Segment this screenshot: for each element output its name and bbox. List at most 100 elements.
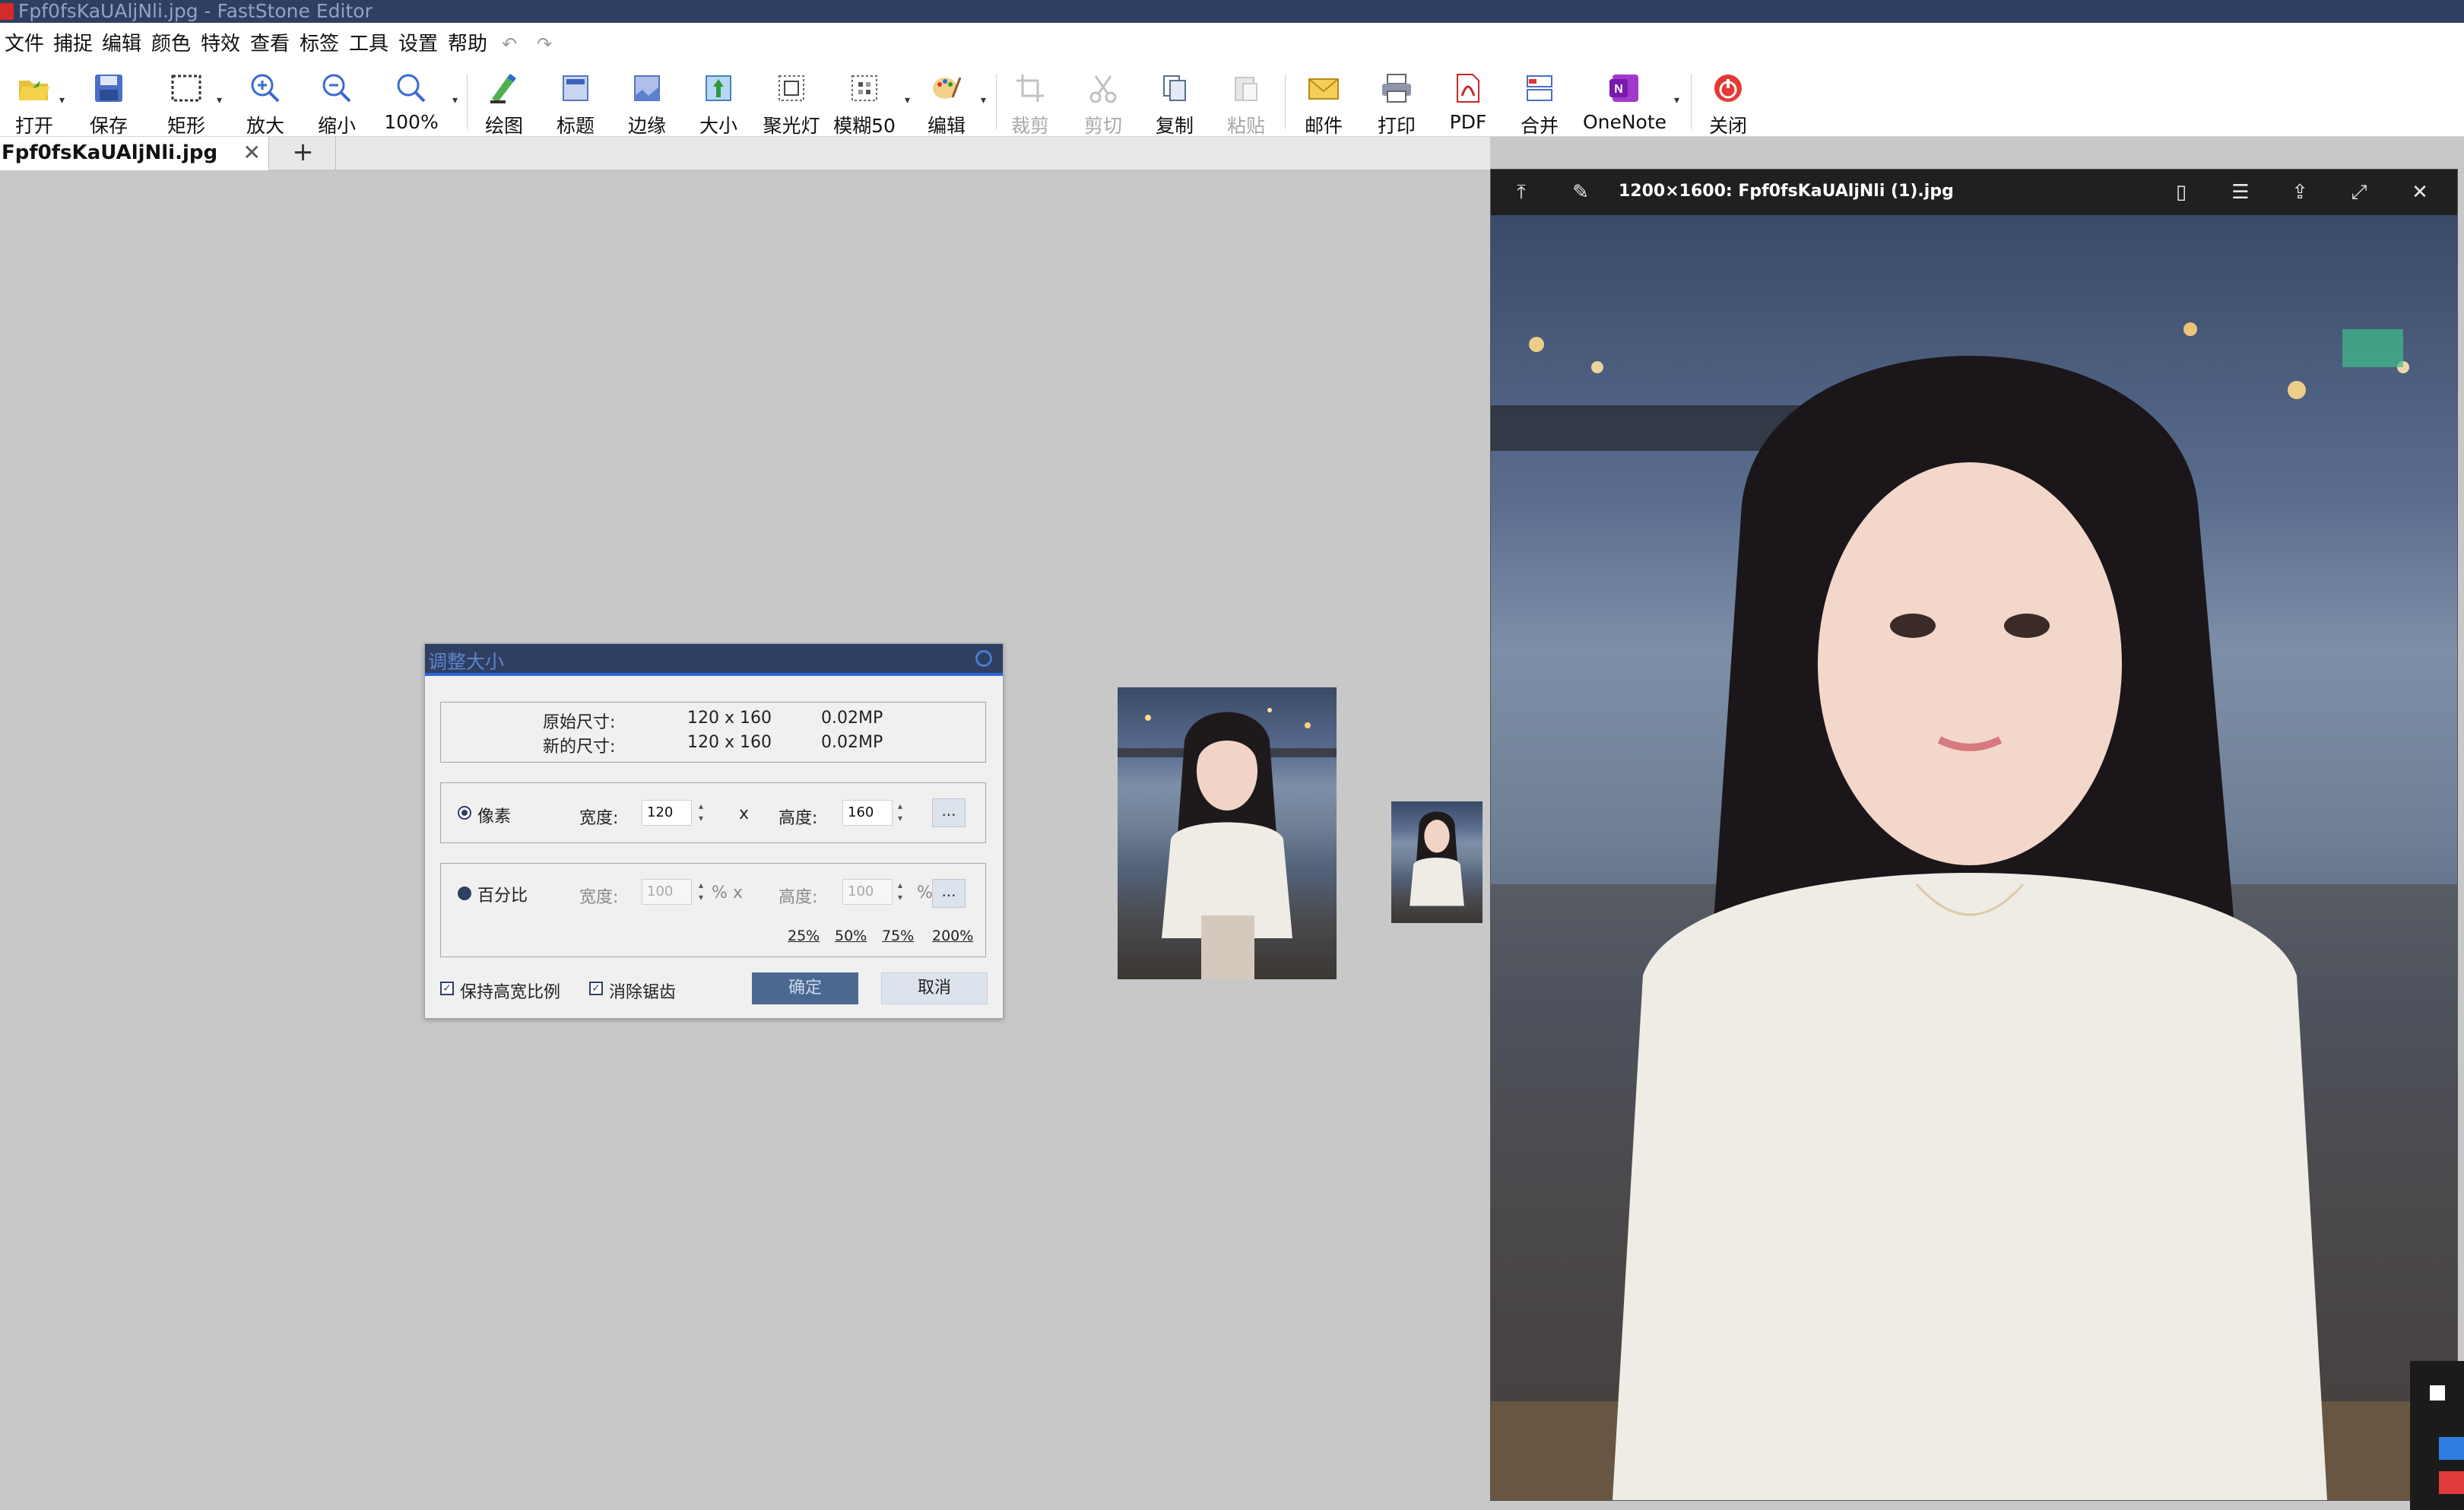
preset-25-link[interactable]: 25% xyxy=(788,928,820,944)
file-icon[interactable]: ▯ xyxy=(2167,179,2195,206)
edit-button[interactable]: 编辑 xyxy=(912,68,981,137)
print-button[interactable]: 打印 xyxy=(1362,68,1431,137)
dialog-titlebar: 调整大小 xyxy=(425,644,1003,676)
app-tile-icon[interactable] xyxy=(2439,1437,2464,1460)
pixel-width-input[interactable]: 120 xyxy=(642,800,692,826)
portrait-illustration xyxy=(1410,811,1464,906)
pixel-group: 像素 宽度: 120 ▴ ▾ x 高度: 160 ▴ ▾ ... xyxy=(440,782,986,843)
onenote-icon: N xyxy=(1608,71,1641,105)
blur-icon xyxy=(848,71,881,105)
resize-icon xyxy=(702,71,735,105)
caption-button[interactable]: 标题 xyxy=(541,68,610,137)
pixel-width-spinner[interactable]: ▴ ▾ xyxy=(695,800,707,826)
pixel-height-input[interactable]: 160 xyxy=(842,800,893,826)
menu-view[interactable]: 查看 xyxy=(250,32,290,56)
window-titlebar: Fpf0fsKaUAljNli.jpg - FastStone Editor xyxy=(0,0,2464,23)
blur-dropdown-icon[interactable]: ▾ xyxy=(905,94,910,106)
pixel-height-spinner[interactable]: ▴ ▾ xyxy=(894,800,906,826)
share-icon[interactable]: ⇪ xyxy=(2286,179,2313,206)
viewer-close-icon[interactable]: ✕ xyxy=(2406,179,2434,206)
pixel-more-button[interactable]: ... xyxy=(932,798,966,827)
menu-help[interactable]: 帮助 xyxy=(448,32,487,56)
menu-edit[interactable]: 编辑 xyxy=(102,32,141,56)
zoom-in-button[interactable]: 放大 xyxy=(231,68,300,137)
new-size-value: 120 x 160 xyxy=(687,733,772,752)
crop-button[interactable]: 裁剪 xyxy=(996,68,1064,137)
percent-group: 百分比 宽度: 100 ▴ ▾ % x 高度: 100 ▴ ▾ % ... 25% … xyxy=(440,863,986,957)
copy-icon xyxy=(1158,71,1191,105)
dialog-close-icon[interactable] xyxy=(975,650,992,667)
close-button[interactable]: 关闭 xyxy=(1694,68,1762,137)
percent-more-button[interactable]: ... xyxy=(932,879,966,908)
menu-color[interactable]: 颜色 xyxy=(151,32,191,56)
menu-effects[interactable]: 特效 xyxy=(201,32,240,56)
resize-button[interactable]: 大小 xyxy=(684,68,753,137)
cancel-button[interactable]: 取消 xyxy=(881,972,988,1004)
open-button[interactable]: 打开 xyxy=(0,68,68,137)
rect-select-button[interactable]: 矩形 xyxy=(152,68,220,137)
toolbar: 打开 ▾ 保存 矩形 ▾ 放大 缩小 100% ▾ 绘图 标题 边缘 大小 聚光… xyxy=(0,64,2464,137)
zoom-100-button[interactable]: 100% xyxy=(377,68,446,134)
zoom-in-icon xyxy=(249,71,282,105)
edge-button[interactable]: 边缘 xyxy=(613,68,681,137)
tab-close-icon[interactable]: ✕ xyxy=(243,140,261,165)
start-icon[interactable] xyxy=(2430,1385,2445,1401)
menu-settings[interactable]: 设置 xyxy=(398,32,438,56)
toolbar-separator xyxy=(467,75,468,129)
original-megapixels: 0.02MP xyxy=(821,709,883,728)
open-dropdown-icon[interactable]: ▾ xyxy=(59,94,65,106)
new-size-label: 新的尺寸: xyxy=(543,738,616,757)
menu-tools[interactable]: 工具 xyxy=(349,32,388,56)
pin-top-icon[interactable]: ⤒ xyxy=(1508,179,1535,206)
rectangle-select-icon xyxy=(170,71,203,105)
menu-capture[interactable]: 捕捉 xyxy=(53,32,93,56)
undo-icon[interactable]: ↶ xyxy=(502,33,517,55)
tab-active-document[interactable]: Fpf0fsKaUAljNli.jpg ✕ xyxy=(0,137,269,170)
preset-50-link[interactable]: 50% xyxy=(835,928,867,944)
percent-width-spinner[interactable]: ▴ ▾ xyxy=(695,879,707,905)
menu-tags[interactable]: 标签 xyxy=(300,32,339,56)
zoom-out-button[interactable]: 缩小 xyxy=(303,68,371,137)
pdf-button[interactable]: PDF xyxy=(1434,68,1502,134)
cut-button[interactable]: 剪切 xyxy=(1069,68,1137,137)
antialias-checkbox[interactable]: ✓ xyxy=(589,982,603,995)
paste-icon xyxy=(1229,71,1263,105)
percent-width-input[interactable]: 100 xyxy=(642,879,692,905)
percent-height-spinner[interactable]: ▴ ▾ xyxy=(894,879,906,905)
blur-button[interactable]: 模糊50 xyxy=(830,68,899,137)
copy-button[interactable]: 复制 xyxy=(1140,68,1209,137)
preset-200-link[interactable]: 200% xyxy=(932,928,973,944)
edit-dropdown-icon[interactable]: ▾ xyxy=(981,94,986,106)
list-icon[interactable]: ☰ xyxy=(2227,179,2254,206)
window-title: Fpf0fsKaUAljNli.jpg - FastStone Editor xyxy=(18,0,373,22)
save-button[interactable]: 保存 xyxy=(75,68,143,137)
zoom-icon xyxy=(395,71,428,105)
percent-radio[interactable] xyxy=(458,887,471,900)
mail-button[interactable]: 邮件 xyxy=(1289,68,1358,137)
draw-button[interactable]: 绘图 xyxy=(470,68,538,137)
keep-ratio-checkbox[interactable]: ✓ xyxy=(440,982,454,995)
antialias-label: 消除锯齿 xyxy=(609,983,677,1002)
pixel-radio[interactable] xyxy=(458,806,471,820)
pin-icon[interactable]: ✎ xyxy=(1567,179,1594,206)
redo-icon[interactable]: ↷ xyxy=(537,33,552,55)
new-tab-button[interactable]: + xyxy=(271,137,336,170)
onenote-button[interactable]: N OneNote xyxy=(1577,68,1673,134)
rect-dropdown-icon[interactable]: ▾ xyxy=(217,94,222,106)
onenote-dropdown-icon[interactable]: ▾ xyxy=(1674,94,1679,106)
maximize-icon[interactable]: ⤢ xyxy=(2345,179,2373,206)
merge-button[interactable]: 合并 xyxy=(1505,68,1574,137)
percent-height-input[interactable]: 100 xyxy=(842,879,893,905)
spotlight-icon xyxy=(775,71,808,105)
dialog-title-underline xyxy=(425,673,1003,676)
dimension-separator: x xyxy=(739,804,750,823)
power-icon xyxy=(1711,71,1745,105)
spotlight-button[interactable]: 聚光灯 xyxy=(757,68,826,137)
ok-button[interactable]: 确定 xyxy=(752,972,858,1004)
preset-75-link[interactable]: 75% xyxy=(882,928,914,944)
paste-button[interactable]: 粘贴 xyxy=(1212,68,1280,137)
app-tile-icon[interactable] xyxy=(2439,1471,2464,1494)
menu-file[interactable]: 文件 xyxy=(5,32,44,56)
zoom-dropdown-icon[interactable]: ▾ xyxy=(452,94,458,106)
image-preview-resized xyxy=(1391,801,1483,923)
